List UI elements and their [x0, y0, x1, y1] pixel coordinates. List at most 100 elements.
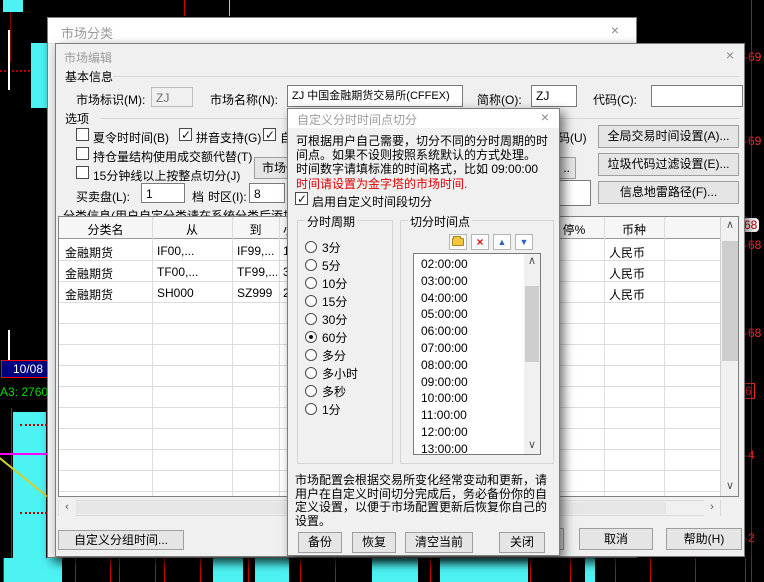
radio-label: 多分: [322, 347, 346, 364]
col-header-limit-fragment[interactable]: 停%: [559, 221, 589, 238]
time-list-item[interactable]: 10:00:00: [415, 390, 523, 407]
list-vscrollbar[interactable]: ∧ ∨: [524, 254, 540, 454]
help-button[interactable]: 帮助(H): [666, 528, 742, 550]
custom-split-titlebar[interactable]: 自定义分时时间点切分 ×: [288, 109, 559, 128]
delete-icon: ×: [476, 235, 483, 249]
time-list-item[interactable]: 11:00:00: [415, 407, 523, 424]
scroll-up-icon[interactable]: ∧: [524, 255, 540, 269]
radio-option[interactable]: 30分: [305, 310, 358, 328]
custom-group-time-button[interactable]: 自定义分组时间...: [58, 530, 184, 550]
period-group-label: 分时周期: [305, 213, 357, 230]
level-field[interactable]: 1: [141, 183, 185, 203]
grid-line: [229, 0, 230, 16]
move-down-button[interactable]: ▼: [515, 234, 533, 250]
position-checkbox[interactable]: [76, 147, 89, 160]
radio-label: 60分: [322, 329, 347, 346]
arrow-down-icon: ▼: [520, 237, 529, 247]
dst-checkbox-label: 夏令时时间(B): [93, 129, 169, 146]
time-list-item[interactable]: 05:00:00: [415, 306, 523, 323]
min15-checkbox[interactable]: [76, 166, 89, 179]
scroll-left-icon[interactable]: ‹: [59, 500, 75, 516]
radio-option[interactable]: 5分: [305, 256, 358, 274]
backup-button[interactable]: 备份: [298, 532, 342, 553]
radio-option[interactable]: 1分: [305, 400, 358, 418]
volume-bar: [13, 412, 46, 582]
scroll-up-icon[interactable]: ∧: [722, 218, 738, 234]
scroll-right-icon[interactable]: ›: [704, 500, 720, 516]
move-up-button[interactable]: ▲: [493, 234, 511, 250]
timezone-field[interactable]: 8: [249, 183, 285, 203]
restore-button[interactable]: 恢复: [352, 532, 396, 553]
window-title: 市场分类: [61, 23, 113, 42]
radio-option[interactable]: 多分: [305, 346, 358, 364]
short-name-field[interactable]: ZJ: [531, 85, 577, 107]
col-header-to[interactable]: 到: [232, 221, 279, 238]
close-icon[interactable]: ×: [607, 23, 623, 39]
grid-line: [10, 12, 11, 62]
col-header-from[interactable]: 从: [152, 221, 232, 238]
enable-custom-time-checkbox[interactable]: [295, 192, 308, 205]
radio-icon: [305, 277, 317, 289]
settings-button[interactable]: 垃圾代码过滤设置(E)...: [598, 153, 739, 176]
table-vscrollbar[interactable]: ∧ ∨: [720, 217, 738, 496]
clear-current-button[interactable]: 清空当前: [405, 532, 473, 553]
time-items: 02:00:0003:00:0004:00:0005:00:0006:00:00…: [415, 256, 523, 453]
market-code-button-ellipsis: ..: [563, 158, 570, 178]
time-list-item[interactable]: 08:00:00: [415, 357, 523, 374]
code-field[interactable]: [651, 85, 743, 107]
time-list-item[interactable]: 07:00:00: [415, 340, 523, 357]
radio-icon: [305, 313, 317, 325]
cancel-button[interactable]: 取消: [579, 528, 653, 550]
vscroll-thumb[interactable]: [525, 286, 539, 362]
close-button[interactable]: 关闭: [499, 532, 545, 553]
radio-option[interactable]: 15分: [305, 292, 358, 310]
candle-bar: [31, 43, 47, 108]
radio-icon: [305, 241, 317, 253]
note-line: 设置。: [295, 512, 331, 529]
radio-option[interactable]: 3分: [305, 238, 358, 256]
col-header-name[interactable]: 分类名: [59, 221, 152, 238]
time-list-item[interactable]: 12:00:00: [415, 424, 523, 441]
time-list-item[interactable]: 13:00:00: [415, 441, 523, 453]
time-list-item[interactable]: 04:00:00: [415, 290, 523, 307]
radio-icon: [305, 259, 317, 271]
time-list-item[interactable]: 06:00:00: [415, 323, 523, 340]
delete-time-button[interactable]: ×: [471, 234, 489, 250]
radio-option[interactable]: 多小时: [305, 364, 358, 382]
window-title: 自定义分时时间点切分: [297, 111, 417, 128]
pinyin-checkbox[interactable]: [179, 128, 192, 141]
crosshair-line: [8, 30, 10, 90]
time-list-item[interactable]: 03:00:00: [415, 273, 523, 290]
radio-label: 30分: [322, 311, 347, 328]
vscroll-thumb[interactable]: [722, 241, 738, 361]
market-name-field[interactable]: ZJ 中国金融期货交易所(CFFEX): [287, 85, 463, 107]
radio-label: 10分: [322, 275, 347, 292]
ma-line-magenta: [0, 453, 47, 455]
screen: 10/08 A3: 2760: [0, 0, 764, 582]
close-icon[interactable]: ×: [537, 110, 553, 126]
axis-price-label: 69: [744, 50, 761, 64]
col-header-currency[interactable]: 币种: [604, 221, 664, 238]
period-radio-list: 3分 5分 10分 15分 30分 60分 多分 多小时: [305, 238, 358, 418]
radio-option[interactable]: 10分: [305, 274, 358, 292]
time-list-item[interactable]: 02:00:00: [415, 256, 523, 273]
time-list-item[interactable]: 09:00:00: [415, 374, 523, 391]
min15-checkbox-label: 15分钟线以上按整点切分(J): [93, 167, 240, 184]
radio-option[interactable]: 60分: [305, 328, 358, 346]
scroll-down-icon[interactable]: ∨: [524, 439, 540, 453]
dst-checkbox[interactable]: [76, 128, 89, 141]
short-name-label: 简称(O):: [477, 91, 522, 108]
market-class-titlebar[interactable]: 市场分类 ×: [48, 18, 636, 44]
auto-code-checkbox[interactable]: [263, 128, 276, 141]
close-icon[interactable]: ×: [722, 48, 738, 64]
timezone-label: 时区(I):: [208, 188, 247, 205]
settings-button[interactable]: 全局交易时间设置(A)...: [598, 125, 739, 148]
grid-line: [184, 0, 185, 16]
radio-label: 5分: [322, 257, 341, 274]
radio-option[interactable]: 多秒: [305, 382, 358, 400]
new-time-button[interactable]: [449, 234, 467, 250]
auto-code-checkbox-label-fragment-right: 码(U): [558, 129, 587, 146]
time-point-list[interactable]: 02:00:0003:00:0004:00:0005:00:0006:00:00…: [413, 253, 541, 455]
settings-button[interactable]: 信息地雷路径(F)...: [598, 181, 739, 204]
scroll-down-icon[interactable]: ∨: [722, 479, 738, 495]
